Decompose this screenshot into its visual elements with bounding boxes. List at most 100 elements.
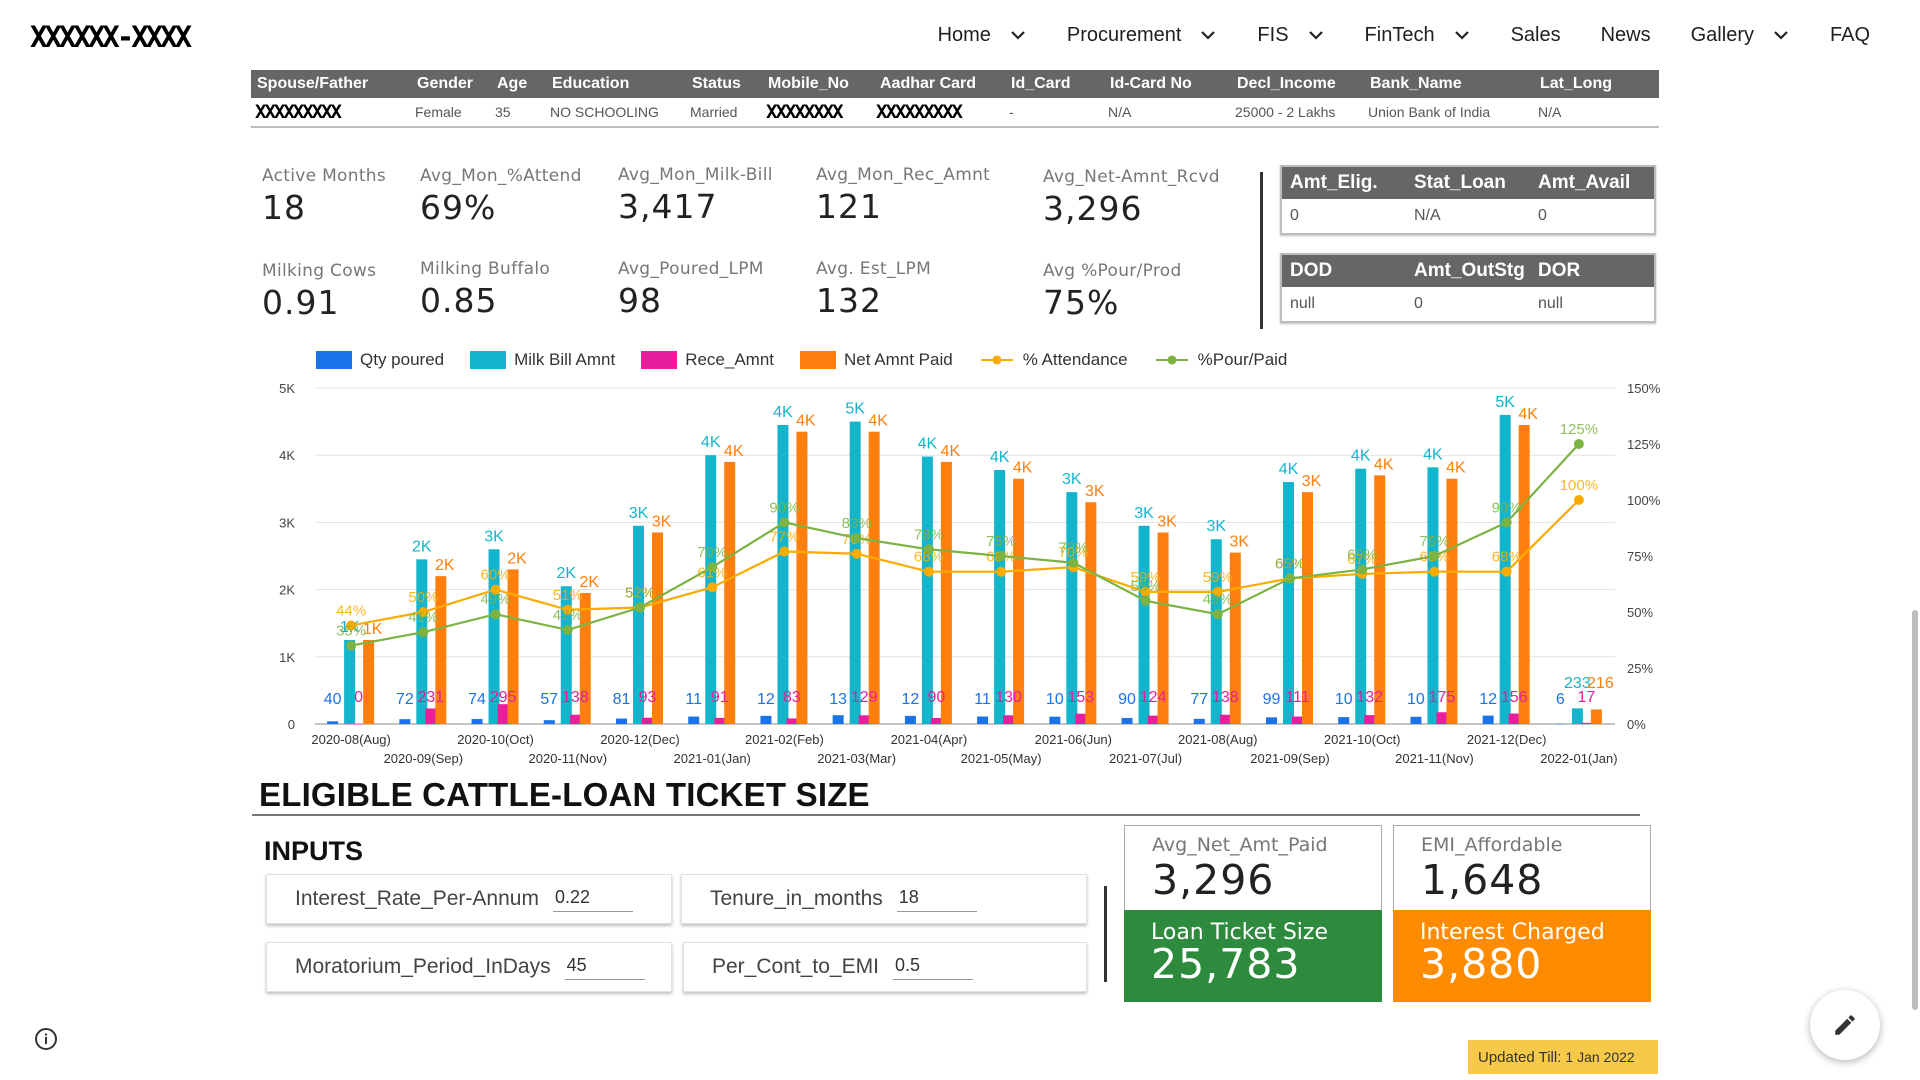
bar-net-amnt-paid[interactable]	[1374, 475, 1386, 724]
bar-qty-poured[interactable]	[1193, 718, 1205, 724]
bar-milk-bill-amnt[interactable]	[1283, 482, 1294, 724]
chevron-down-icon[interactable]	[1307, 26, 1325, 44]
chevron-down-icon[interactable]	[1772, 26, 1790, 44]
nav-item-news[interactable]: News	[1601, 24, 1651, 47]
nav-item-faq[interactable]: FAQ	[1830, 24, 1870, 47]
bar-net-amnt-paid[interactable]	[940, 461, 952, 724]
chevron-down-icon[interactable]	[1009, 26, 1027, 44]
bar-qty-poured[interactable]	[471, 719, 483, 724]
bar-net-amnt-paid[interactable]	[796, 431, 808, 724]
line-point[interactable]	[1140, 595, 1151, 606]
line-point[interactable]	[779, 517, 790, 528]
line-point[interactable]	[1285, 573, 1295, 584]
bar-rece-amnt[interactable]	[786, 718, 798, 724]
bar-qty-poured[interactable]	[616, 718, 627, 724]
line-point[interactable]	[1501, 517, 1512, 528]
info-icon[interactable]	[34, 1027, 58, 1051]
moratorium-input[interactable]: Moratorium_Period_InDays 45	[266, 942, 672, 992]
bar-rece-amnt[interactable]	[1219, 714, 1231, 724]
bar-rece-amnt[interactable]	[714, 717, 726, 724]
bar-rece-amnt[interactable]	[1147, 715, 1159, 724]
bar-net-amnt-paid[interactable]	[1590, 709, 1602, 724]
bar-net-amnt-paid[interactable]	[724, 461, 736, 724]
bar-qty-poured[interactable]	[543, 720, 555, 724]
bar-milk-bill-amnt[interactable]	[344, 640, 356, 724]
input-value[interactable]: 45	[564, 955, 645, 980]
nav-item-home[interactable]: Home	[938, 24, 1027, 47]
bar-qty-poured[interactable]	[1482, 715, 1494, 724]
input-value[interactable]: 0.5	[892, 955, 973, 980]
bar-rece-amnt[interactable]	[1292, 716, 1303, 724]
bar-milk-bill-amnt[interactable]	[1355, 468, 1367, 724]
line-point[interactable]	[779, 546, 790, 557]
bar-qty-poured[interactable]	[688, 716, 700, 724]
line-point[interactable]	[635, 602, 645, 613]
line-point[interactable]	[1429, 566, 1440, 577]
site-logo[interactable]: XXXXXX-XXXX	[30, 20, 192, 54]
input-value[interactable]: 18	[896, 887, 977, 912]
bar-qty-poured[interactable]	[977, 716, 989, 724]
per-cont-emi-input[interactable]: Per_Cont_to_EMI 0.5	[683, 942, 1087, 992]
line-point[interactable]	[851, 548, 862, 559]
chevron-down-icon[interactable]	[1453, 26, 1471, 44]
bar-rece-amnt[interactable]	[353, 724, 365, 725]
bar-rece-amnt[interactable]	[569, 714, 581, 724]
line-point[interactable]	[1212, 609, 1223, 620]
bar-qty-poured[interactable]	[1121, 717, 1133, 724]
line-point[interactable]	[707, 582, 718, 593]
bar-milk-bill-amnt[interactable]	[921, 456, 933, 724]
nav-item-fintech[interactable]: FinTech	[1365, 24, 1471, 47]
interest-rate-input[interactable]: Interest_Rate_Per-Annum 0.22	[266, 874, 672, 924]
bar-net-amnt-paid[interactable]	[1446, 478, 1458, 724]
line-point[interactable]	[1573, 495, 1584, 505]
line-point[interactable]	[346, 640, 357, 651]
bar-qty-poured[interactable]	[1266, 717, 1277, 724]
bar-milk-bill-amnt[interactable]	[1571, 708, 1583, 724]
bar-net-amnt-paid[interactable]	[363, 640, 375, 724]
bar-qty-poured[interactable]	[1049, 716, 1061, 724]
edit-button[interactable]	[1810, 990, 1880, 1060]
bar-rece-amnt[interactable]	[1508, 713, 1520, 724]
bar-rece-amnt[interactable]	[642, 717, 653, 724]
line-point[interactable]	[996, 566, 1007, 577]
line-point[interactable]	[923, 544, 934, 555]
bar-rece-amnt[interactable]	[858, 715, 870, 724]
bar-qty-poured[interactable]	[399, 719, 411, 724]
bar-qty-poured[interactable]	[1338, 717, 1350, 724]
bar-rece-amnt[interactable]	[425, 708, 437, 724]
bar-rece-amnt[interactable]	[497, 704, 509, 724]
bar-net-amnt-paid[interactable]	[1013, 478, 1025, 724]
nav-item-sales[interactable]: Sales	[1511, 24, 1561, 47]
line-point[interactable]	[490, 609, 501, 620]
bar-rece-amnt[interactable]	[1580, 722, 1592, 724]
line-point[interactable]	[707, 562, 718, 573]
line-point[interactable]	[1068, 557, 1079, 568]
line-point[interactable]	[1573, 439, 1584, 449]
bar-net-amnt-paid[interactable]	[1518, 424, 1530, 724]
bar-qty-poured[interactable]	[327, 721, 339, 724]
line-point[interactable]	[996, 551, 1007, 561]
bar-net-amnt-paid[interactable]	[868, 431, 880, 724]
tenure-input[interactable]: Tenure_in_months 18	[681, 874, 1087, 924]
line-point[interactable]	[562, 624, 573, 635]
bar-rece-amnt[interactable]	[1003, 715, 1015, 724]
nav-item-fis[interactable]: FIS	[1257, 24, 1324, 47]
nav-item-gallery[interactable]: Gallery	[1691, 24, 1790, 47]
line-point[interactable]	[1501, 566, 1512, 577]
input-value[interactable]: 0.22	[552, 887, 633, 912]
bar-rece-amnt[interactable]	[1364, 715, 1376, 724]
line-point[interactable]	[851, 533, 862, 544]
line-point[interactable]	[923, 566, 934, 577]
bar-qty-poured[interactable]	[832, 715, 844, 724]
bar-rece-amnt[interactable]	[1075, 713, 1087, 724]
nav-item-procurement[interactable]: Procurement	[1067, 24, 1218, 47]
bar-qty-poured[interactable]	[1554, 723, 1566, 725]
bar-qty-poured[interactable]	[760, 715, 772, 724]
page-scrollbar[interactable]	[1912, 610, 1918, 1010]
line-point[interactable]	[1429, 551, 1440, 561]
bar-rece-amnt[interactable]	[1436, 712, 1448, 724]
bar-milk-bill-amnt[interactable]	[849, 421, 861, 724]
bar-milk-bill-amnt[interactable]	[1427, 467, 1439, 724]
bar-qty-poured[interactable]	[904, 715, 916, 724]
bar-milk-bill-amnt[interactable]	[994, 469, 1006, 724]
